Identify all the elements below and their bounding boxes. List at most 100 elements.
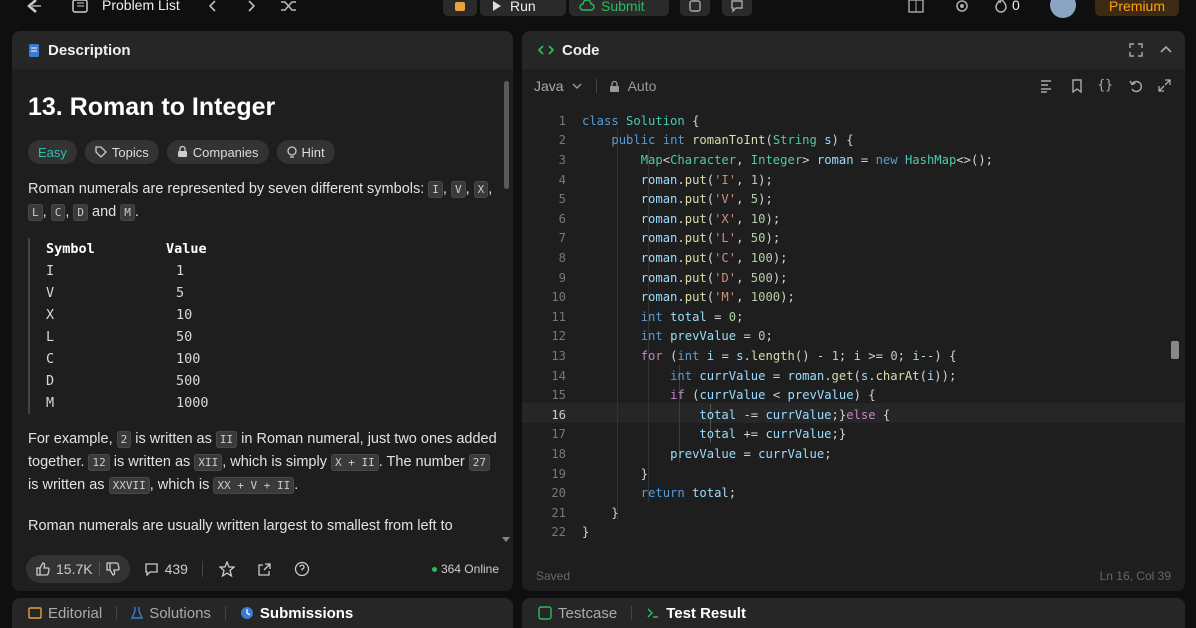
code-token: .: [677, 172, 685, 187]
avatar[interactable]: [1050, 0, 1076, 18]
maximize-icon[interactable]: [1129, 43, 1143, 57]
tab-submissions[interactable]: Submissions: [240, 605, 353, 622]
comments-button[interactable]: 439: [144, 561, 188, 577]
expand-icon[interactable]: [1158, 79, 1171, 92]
code-token: (: [706, 290, 715, 305]
code-token: int: [662, 133, 685, 148]
like-button[interactable]: 15.7K: [26, 555, 130, 583]
premium-button[interactable]: Premium: [1095, 0, 1180, 16]
bottom-left-tabs: Editorial Solutions Submissions: [12, 598, 513, 628]
run-button[interactable]: Run: [480, 0, 566, 16]
symbol-cell: D: [46, 373, 55, 389]
reset-icon[interactable]: [1129, 79, 1143, 93]
logo-icon[interactable]: [24, 0, 44, 15]
chat-button[interactable]: [722, 0, 752, 16]
code-token: length: [750, 348, 795, 363]
code-token: (): [794, 348, 810, 363]
tab-solutions[interactable]: Solutions: [131, 605, 211, 622]
tab-testcase-label: Testcase: [558, 604, 618, 622]
symbol-code: I: [428, 181, 443, 198]
auto-mode[interactable]: Auto: [609, 78, 656, 94]
code-token: int: [640, 309, 663, 324]
companies-tag[interactable]: Companies: [166, 140, 269, 164]
code-editor[interactable]: 1 class Solution {2 public int romanToInt…: [522, 109, 1185, 549]
line-number: 20: [551, 486, 566, 501]
favorite-star-icon[interactable]: [218, 561, 235, 577]
save-status: Saved: [536, 569, 571, 583]
next-problem-icon[interactable]: [246, 0, 256, 15]
play-icon: [493, 1, 501, 11]
description-tab-label: Description: [48, 41, 131, 59]
debug-button[interactable]: [443, 0, 477, 16]
tab-editorial[interactable]: Editorial: [28, 605, 102, 622]
description-scrollbar[interactable]: [504, 81, 509, 189]
thumbs-down-icon[interactable]: [105, 562, 120, 576]
code-token: 'L': [714, 231, 737, 246]
line-number: 8: [558, 250, 566, 265]
topics-tag[interactable]: Topics: [84, 140, 159, 164]
tab-submissions-label: Submissions: [259, 604, 354, 622]
code-token: 1000: [750, 290, 781, 305]
settings-gear-icon[interactable]: [954, 0, 970, 15]
format-icon[interactable]: [1039, 79, 1053, 93]
symbol-cell: M: [46, 395, 55, 411]
code-token: {: [692, 113, 700, 128]
braces-icon[interactable]: {}: [1097, 78, 1113, 93]
table-header: Symbol Value: [46, 238, 497, 260]
code-token: class: [582, 113, 619, 128]
share-icon[interactable]: [257, 562, 272, 577]
code-token: roman: [640, 250, 678, 265]
description-tab[interactable]: Description: [12, 31, 513, 69]
divider: [201, 561, 203, 577]
code-token: ): [853, 388, 861, 403]
language-label: Java: [534, 78, 564, 94]
notes-icon: [689, 0, 701, 12]
problem-list-icon[interactable]: [72, 0, 88, 15]
prev-problem-icon[interactable]: [208, 0, 218, 15]
code-token: );: [772, 250, 788, 265]
streak-counter[interactable]: 0: [994, 0, 1020, 14]
code-tab[interactable]: Code: [522, 31, 1185, 69]
collapse-chevron-icon[interactable]: [1159, 44, 1173, 54]
random-problem-icon[interactable]: [280, 0, 298, 15]
language-select[interactable]: Java: [534, 78, 582, 94]
code-text: roman.put('M', 1000);: [582, 290, 795, 304]
tab-testcase[interactable]: Testcase: [538, 605, 617, 622]
inline-code: X + II: [330, 454, 379, 471]
code-text: roman.put('L', 50);: [582, 231, 780, 245]
code-token: s: [824, 133, 832, 148]
code-token: =: [743, 329, 751, 344]
symbol-code: C: [50, 204, 66, 221]
problem-list-link[interactable]: Problem List: [102, 0, 180, 14]
code-tab-label: Code: [562, 41, 600, 59]
hint-tag[interactable]: Hint: [276, 140, 335, 164]
symbol-code: L: [28, 204, 43, 221]
code-text: public int romanToInt(String s) {: [582, 133, 853, 148]
inline-code: XX + V + II: [213, 477, 295, 494]
notes-button[interactable]: [680, 0, 710, 16]
scroll-down-arrow-icon[interactable]: [502, 537, 510, 542]
code-token: ;}: [831, 427, 847, 442]
layout-icon[interactable]: [908, 0, 924, 15]
tab-test-result[interactable]: Test Result: [646, 605, 746, 622]
difficulty-tag: Easy: [28, 140, 77, 164]
code-token: >=: [868, 348, 883, 363]
bookmark-icon[interactable]: [1071, 79, 1083, 93]
help-icon[interactable]: [294, 561, 310, 577]
code-token: put: [684, 172, 707, 187]
inline-code: 2: [116, 431, 132, 448]
editor-scrollbar[interactable]: [1171, 341, 1179, 359]
inline-code: XII: [194, 454, 223, 471]
submit-button[interactable]: Submit: [569, 0, 669, 16]
code-token: 'C': [714, 250, 737, 265]
streak-count: 0: [1012, 0, 1020, 13]
